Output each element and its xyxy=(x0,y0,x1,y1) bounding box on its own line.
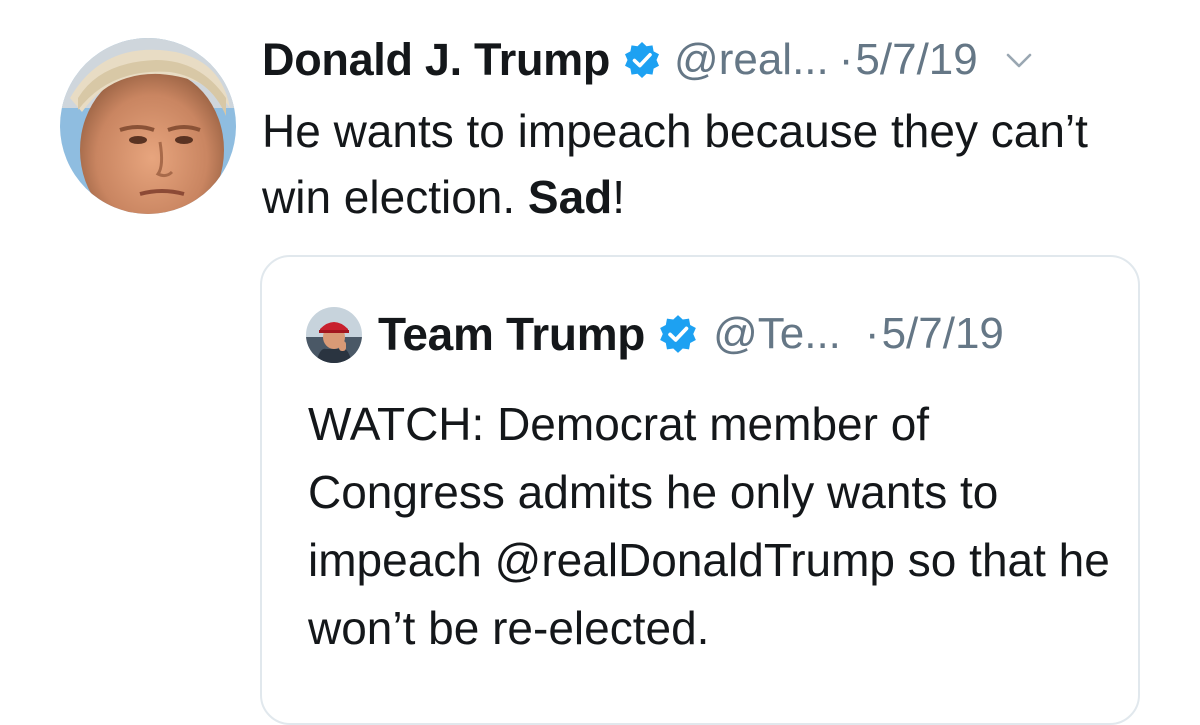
header-separator: · xyxy=(838,35,854,84)
quoted-tweet-header: Team Trump @Te... · 5/7/19 xyxy=(378,301,1004,367)
tweet-text-bold: Sad xyxy=(527,171,613,223)
quoted-author-avatar-image xyxy=(306,307,362,363)
quoted-tweet-timestamp[interactable]: 5/7/19 xyxy=(882,309,1004,359)
quoted-author-avatar[interactable] xyxy=(306,307,362,363)
author-handle[interactable]: @real... xyxy=(674,35,829,85)
author-avatar-image xyxy=(60,38,236,214)
verified-badge-icon xyxy=(657,313,699,355)
quoted-tweet-text: WATCH: Democrat member of Congress admit… xyxy=(308,398,1110,654)
quoted-header-separator: · xyxy=(864,309,880,358)
tweet-text-ending: ! xyxy=(612,171,626,223)
tweet-header: Donald J. Trump @real... · 5/7/19 xyxy=(262,30,1036,90)
quoted-author-display-name[interactable]: Team Trump xyxy=(378,307,645,361)
tweet-text-part: He wants to impeach because they can’t w… xyxy=(262,105,1088,223)
tweet-text: He wants to impeach because they can’t w… xyxy=(262,98,1162,230)
tweet-timestamp[interactable]: 5/7/19 xyxy=(855,35,977,85)
author-avatar[interactable] xyxy=(60,38,236,214)
quoted-tweet-card[interactable]: Team Trump @Te... · 5/7/19 WATCH: Democr… xyxy=(260,255,1140,725)
chevron-down-icon[interactable] xyxy=(1002,43,1036,77)
verified-badge-icon xyxy=(622,40,662,80)
quoted-author-handle[interactable]: @Te... xyxy=(713,309,841,359)
author-display-name[interactable]: Donald J. Trump xyxy=(262,34,610,86)
